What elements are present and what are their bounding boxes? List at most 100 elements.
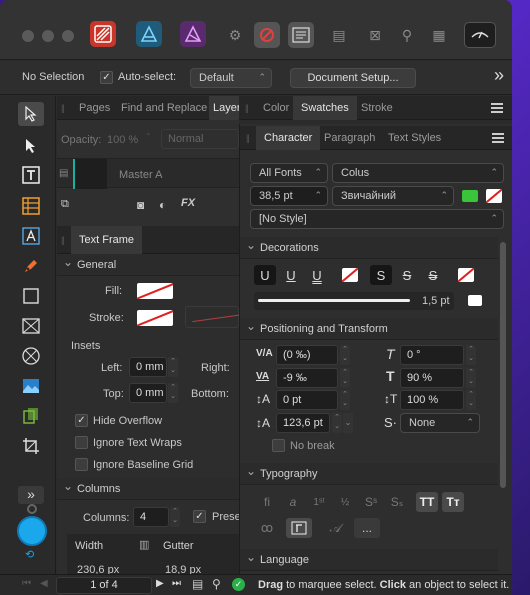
mask-icon[interactable]: ◙ <box>137 198 144 212</box>
decoration-color-swatch[interactable] <box>468 295 482 306</box>
no-break-checkbox[interactable] <box>272 439 285 452</box>
tab-pages[interactable]: Pages <box>71 96 118 120</box>
vertical-scale-input[interactable]: 90 % <box>400 368 464 388</box>
all-caps-button[interactable]: TT <box>416 492 438 512</box>
frame-text-tool-icon[interactable] <box>18 163 44 187</box>
inset-top-input[interactable]: 0 mm <box>129 383 167 403</box>
baseline-shift-input[interactable]: 0 pt <box>276 390 338 410</box>
decoration-weight-slider[interactable]: 1,5 pt <box>254 292 454 310</box>
crop-tool-icon[interactable] <box>18 434 44 458</box>
position-dropdown[interactable]: None <box>400 413 480 433</box>
strikethrough-double-button[interactable]: S <box>422 265 444 285</box>
table-icon[interactable]: ⊠ <box>362 22 388 48</box>
tab-text-styles[interactable]: Text Styles <box>380 126 449 150</box>
text-frame-icon[interactable] <box>288 22 314 48</box>
zoom-window-button[interactable] <box>62 30 74 42</box>
settings-gear-icon[interactable] <box>254 22 280 48</box>
character-scrollbar[interactable] <box>500 242 506 488</box>
overflow-chevron-icon[interactable]: » <box>494 65 504 86</box>
tracking-input[interactable]: -9 ‰ <box>276 368 338 388</box>
character-menu-icon[interactable] <box>492 133 504 143</box>
horizontal-scale-stepper[interactable]: ⌃ ⌄ <box>466 390 476 410</box>
publisher-persona-icon[interactable] <box>90 21 116 47</box>
layers-options-icon[interactable]: ⧉ <box>61 198 69 211</box>
expand-tools-icon[interactable]: » <box>18 486 44 504</box>
table-tool-icon[interactable] <box>18 194 44 218</box>
swap-colors-icon[interactable]: ⟲ <box>25 548 34 561</box>
inset-top-stepper[interactable]: ⌃ ⌄ <box>168 383 178 403</box>
kerning-input[interactable]: (0 ‰) <box>276 345 338 365</box>
next-page-icon[interactable]: ▶ <box>156 578 164 589</box>
stroke-style-field[interactable] <box>185 306 252 328</box>
fill-tool-icon[interactable] <box>18 404 44 428</box>
strikethrough-single-button[interactable]: S <box>396 265 418 285</box>
page-indicator[interactable]: 1 of 4 <box>56 577 152 594</box>
move-tool-icon[interactable] <box>18 102 44 126</box>
more-typography-button[interactable]: ... <box>354 518 380 538</box>
prev-page-icon[interactable]: ◀ <box>40 578 48 589</box>
leading-input[interactable]: 123,6 pt <box>276 413 330 433</box>
view-mode-icon[interactable] <box>464 22 496 48</box>
kerning-stepper[interactable]: ⌃ ⌄ <box>340 345 350 365</box>
positioning-section-header[interactable]: Positioning and Transform <box>240 315 498 340</box>
underline-double-button[interactable]: U <box>306 265 328 285</box>
opacity-value[interactable]: 100 % <box>107 134 138 146</box>
tab-text-frame[interactable]: Text Frame <box>71 226 143 254</box>
font-size-dropdown[interactable]: 38,5 pt <box>250 186 328 206</box>
first-page-icon[interactable]: ⏮ <box>22 578 31 589</box>
leading-options-chevron-icon[interactable]: ⌄ <box>343 413 353 433</box>
fill-color-well[interactable] <box>17 516 47 546</box>
preflight-icon[interactable]: ⚙ <box>222 22 248 48</box>
tab-paragraph[interactable]: Paragraph <box>316 126 383 150</box>
discretionary-ligatures-button[interactable]: ꝏ <box>256 518 278 538</box>
typography-section-header[interactable]: Typography <box>240 460 498 485</box>
general-section-header[interactable]: General <box>57 251 239 276</box>
pen-tool-icon[interactable] <box>18 254 44 278</box>
picture-frame-tool-icon[interactable] <box>18 314 44 338</box>
node-tool-icon[interactable] <box>18 134 44 158</box>
swash-button[interactable]: a <box>282 492 304 512</box>
strikethrough-color-swatch[interactable] <box>458 268 474 282</box>
underline-button[interactable]: U <box>254 265 276 285</box>
tab-find-replace[interactable]: Find and Replace <box>113 96 215 120</box>
horizontal-scale-input[interactable]: 100 % <box>400 390 464 410</box>
designer-persona-icon[interactable] <box>136 21 162 47</box>
pin-icon[interactable]: ⚲ <box>394 22 420 48</box>
language-section-header[interactable]: Language <box>240 546 498 571</box>
fractions-button[interactable]: ½ <box>334 492 356 512</box>
columns-stepper[interactable]: ⌃ ⌄ <box>170 507 180 527</box>
stylistic-sets-button[interactable] <box>286 518 312 538</box>
pin-status-icon[interactable]: ⚲ <box>212 577 221 591</box>
underline-color-swatch[interactable] <box>342 268 358 282</box>
font-family-dropdown[interactable]: Colus <box>332 163 504 183</box>
hide-overflow-checkbox[interactable]: ✓ <box>75 414 88 427</box>
ignore-baseline-grid-checkbox[interactable] <box>75 458 88 471</box>
preserve-checkbox[interactable]: ✓ <box>193 510 206 523</box>
column-link-icon[interactable]: ▥ <box>139 538 149 551</box>
font-style-dropdown[interactable]: Звичайний <box>332 186 454 206</box>
tab-character[interactable]: Character <box>256 126 321 150</box>
artistic-text-tool-icon[interactable] <box>18 224 44 248</box>
contextual-alternates-button[interactable]: 𝒜 <box>324 518 346 538</box>
page-spread-icon[interactable]: ▤ <box>192 577 203 591</box>
photo-persona-icon[interactable] <box>180 21 206 47</box>
baseline-shift-stepper[interactable]: ⌃ ⌄ <box>340 390 350 410</box>
underline-single-button[interactable]: U <box>280 265 302 285</box>
columns-section-header[interactable]: Columns <box>57 475 239 500</box>
leading-stepper[interactable]: ⌃ ⌄ <box>332 413 342 433</box>
text-style-dropdown[interactable]: [No Style] <box>250 209 504 229</box>
ellipse-frame-tool-icon[interactable] <box>18 344 44 368</box>
fx-icon[interactable]: FX <box>181 197 195 209</box>
inset-left-input[interactable]: 0 mm <box>129 357 167 377</box>
fill-swatch[interactable] <box>137 283 173 299</box>
blend-mode-dropdown[interactable]: Normal <box>161 129 239 149</box>
tab-swatches[interactable]: Swatches <box>293 96 357 120</box>
tracking-stepper[interactable]: ⌃ ⌄ <box>340 368 350 388</box>
master-row[interactable]: ▤ Master A <box>57 158 239 189</box>
adjustment-icon[interactable]: ◐ <box>159 198 166 212</box>
superscript-button[interactable]: Sˢ <box>360 492 382 512</box>
picture-frame-icon[interactable]: ▤ <box>326 22 352 48</box>
ordinals-button[interactable]: 1ˢᵗ <box>308 492 330 512</box>
ignore-text-wraps-checkbox[interactable] <box>75 436 88 449</box>
autoselect-checkbox[interactable]: ✓ <box>100 71 113 84</box>
